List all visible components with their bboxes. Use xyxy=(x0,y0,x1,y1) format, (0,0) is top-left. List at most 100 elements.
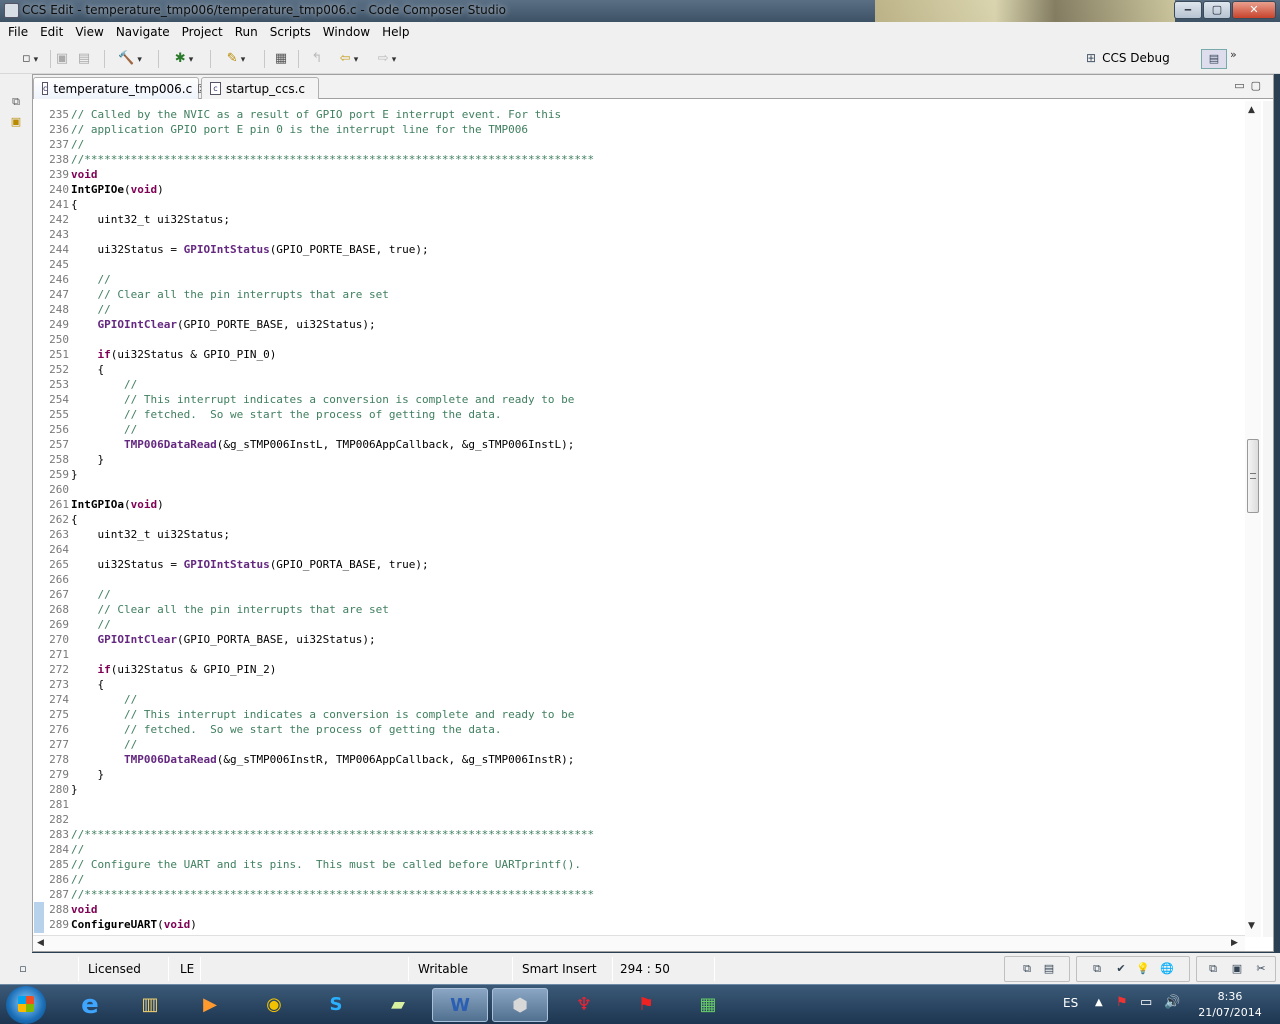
code-text[interactable]: GPIOIntClear(GPIO_PORTE_BASE, ui32Status… xyxy=(71,317,376,332)
save-icon[interactable]: ▣ xyxy=(54,50,70,68)
media-player-icon[interactable]: ▶ xyxy=(182,988,238,1022)
code-text[interactable]: // xyxy=(71,692,137,707)
close-button[interactable]: ✕ xyxy=(1232,1,1276,19)
forward-icon[interactable]: ⇨ xyxy=(370,50,404,68)
network-icon[interactable]: ▭ xyxy=(1140,995,1152,1010)
menu-edit[interactable]: Edit xyxy=(34,22,69,42)
code-text[interactable]: // Clear all the pin interrupts that are… xyxy=(71,602,388,617)
code-text[interactable]: // Called by the NVIC as a result of GPI… xyxy=(71,107,561,122)
code-line[interactable]: 256 // xyxy=(33,422,1245,437)
editor-minimize-maximize[interactable]: ▭▢ xyxy=(1234,79,1267,92)
code-line[interactable]: 243 xyxy=(33,227,1245,242)
tab-temperature-tmp006-c[interactable]: c temperature_tmp006.c ☒ xyxy=(33,77,208,99)
tools-icon[interactable]: ✂ xyxy=(1254,962,1268,976)
code-line[interactable]: 289 ConfigureUART(void) xyxy=(33,917,1245,932)
code-text[interactable]: ui32Status = GPIOIntStatus(GPIO_PORTE_BA… xyxy=(71,242,428,257)
project-explorer-icon[interactable]: ▣ xyxy=(8,114,24,130)
code-line[interactable]: 275 // This interrupt indicates a conver… xyxy=(33,707,1245,722)
menu-scripts[interactable]: Scripts xyxy=(264,22,317,42)
language-indicator[interactable]: ES xyxy=(1063,996,1078,1010)
code-line[interactable]: 249 GPIOIntClear(GPIO_PORTE_BASE, ui32St… xyxy=(33,317,1245,332)
start-button[interactable] xyxy=(6,986,46,1024)
menu-navigate[interactable]: Navigate xyxy=(110,22,176,42)
menu-file[interactable]: File xyxy=(2,22,34,42)
code-line[interactable]: 238//***********************************… xyxy=(33,152,1245,167)
code-line[interactable]: 235// Called by the NVIC as a result of … xyxy=(33,107,1245,122)
code-line[interactable]: 255 // fetched. So we start the process … xyxy=(33,407,1245,422)
tab-startup-ccs-c[interactable]: c startup_ccs.c xyxy=(201,77,319,99)
menu-project[interactable]: Project xyxy=(176,22,229,42)
restore-icon[interactable]: ⧉ xyxy=(1206,962,1220,976)
menu-help[interactable]: Help xyxy=(376,22,415,42)
code-line[interactable]: 279 } xyxy=(33,767,1245,782)
restore-icon[interactable]: ⧉ xyxy=(1020,962,1034,976)
code-line[interactable]: 262{ xyxy=(33,512,1245,527)
code-text[interactable]: uint32_t ui32Status; xyxy=(71,527,229,542)
code-line[interactable]: 259} xyxy=(33,467,1245,482)
code-text[interactable]: ui32Status = GPIOIntStatus(GPIO_PORTA_BA… xyxy=(71,557,428,572)
build-icon[interactable]: 🔨 xyxy=(112,50,148,68)
code-text[interactable]: if(ui32Status & GPIO_PIN_2) xyxy=(71,662,277,677)
code-line[interactable]: 288 void xyxy=(33,902,1245,917)
code-text[interactable]: } xyxy=(71,452,104,467)
code-text[interactable]: // Configure the UART and its pins. This… xyxy=(71,857,581,872)
code-line[interactable]: 260 xyxy=(33,482,1245,497)
code-line[interactable]: 273 { xyxy=(33,677,1245,692)
code-text[interactable]: void xyxy=(71,167,98,182)
scroll-down-icon[interactable]: ▼ xyxy=(1248,921,1255,931)
network-app-icon[interactable]: ▦ xyxy=(680,988,736,1022)
debug-icon[interactable]: ✱ xyxy=(166,50,202,68)
menu-window[interactable]: Window xyxy=(317,22,376,42)
code-line[interactable]: 265 ui32Status = GPIOIntStatus(GPIO_PORT… xyxy=(33,557,1245,572)
code-text[interactable]: } xyxy=(71,782,78,797)
code-line[interactable]: 248 // xyxy=(33,302,1245,317)
code-text[interactable]: GPIOIntClear(GPIO_PORTA_BASE, ui32Status… xyxy=(71,632,376,647)
code-text[interactable]: TMP006DataRead(&g_sTMP006InstL, TMP006Ap… xyxy=(71,437,574,452)
code-text[interactable]: // Clear all the pin interrupts that are… xyxy=(71,287,388,302)
code-text[interactable]: // xyxy=(71,842,84,857)
fast-view-icon[interactable]: ▫ xyxy=(16,962,30,976)
acrobat-icon[interactable]: ⚑ xyxy=(618,988,674,1022)
code-line[interactable]: 250 xyxy=(33,332,1245,347)
code-text[interactable]: // xyxy=(71,272,110,287)
code-editor[interactable]: 235// Called by the NVIC as a result of … xyxy=(33,107,1245,933)
code-line[interactable]: 241{ xyxy=(33,197,1245,212)
code-line[interactable]: 277 // xyxy=(33,737,1245,752)
restore-view-icon[interactable]: ⧉ xyxy=(8,94,24,110)
menu-run[interactable]: Run xyxy=(229,22,264,42)
code-line[interactable]: 261 IntGPIOa(void) xyxy=(33,497,1245,512)
skype-icon[interactable]: S xyxy=(308,988,364,1022)
code-line[interactable]: 286// xyxy=(33,872,1245,887)
code-text[interactable]: if(ui32Status & GPIO_PIN_0) xyxy=(71,347,277,362)
maximize-button[interactable]: ▢ xyxy=(1203,1,1231,19)
minimize-button[interactable]: ‒ xyxy=(1174,1,1202,19)
code-text[interactable]: } xyxy=(71,767,104,782)
code-text[interactable]: // fetched. So we start the process of g… xyxy=(71,407,502,422)
code-line[interactable]: 287//***********************************… xyxy=(33,887,1245,902)
horizontal-scrollbar[interactable]: ◀ ▶ xyxy=(33,935,1245,951)
perspective-ccs-edit-button[interactable]: ▤ xyxy=(1201,49,1227,69)
overview-ruler[interactable] xyxy=(1263,101,1273,937)
show-hidden-icons[interactable]: ▲ xyxy=(1095,997,1103,1008)
code-text[interactable]: IntGPIOe(void) xyxy=(71,182,164,197)
code-line[interactable]: 283//***********************************… xyxy=(33,827,1245,842)
code-line[interactable]: 244 ui32Status = GPIOIntStatus(GPIO_PORT… xyxy=(33,242,1245,257)
code-line[interactable]: 272 if(ui32Status & GPIO_PIN_2) xyxy=(33,662,1245,677)
code-text[interactable]: //**************************************… xyxy=(71,887,594,902)
code-line[interactable]: 252 { xyxy=(33,362,1245,377)
code-line[interactable]: 268 // Clear all the pin interrupts that… xyxy=(33,602,1245,617)
code-line[interactable]: 280} xyxy=(33,782,1245,797)
code-text[interactable]: // This interrupt indicates a conversion… xyxy=(71,392,574,407)
code-text[interactable]: } xyxy=(71,467,78,482)
lightbulb-icon[interactable]: 💡 xyxy=(1136,962,1150,976)
last-edit-icon[interactable]: ↰ xyxy=(308,50,326,68)
code-line[interactable]: 271 xyxy=(33,647,1245,662)
code-text[interactable]: // fetched. So we start the process of g… xyxy=(71,722,502,737)
save-all-icon[interactable]: ▤ xyxy=(76,50,92,68)
tasks-icon[interactable]: ✔ xyxy=(1114,962,1128,976)
code-line[interactable]: 274 // xyxy=(33,692,1245,707)
code-line[interactable]: 254 // This interrupt indicates a conver… xyxy=(33,392,1245,407)
code-line[interactable]: 245 xyxy=(33,257,1245,272)
code-line[interactable]: 253 // xyxy=(33,377,1245,392)
code-composer-icon[interactable]: ⬢ xyxy=(492,988,548,1022)
